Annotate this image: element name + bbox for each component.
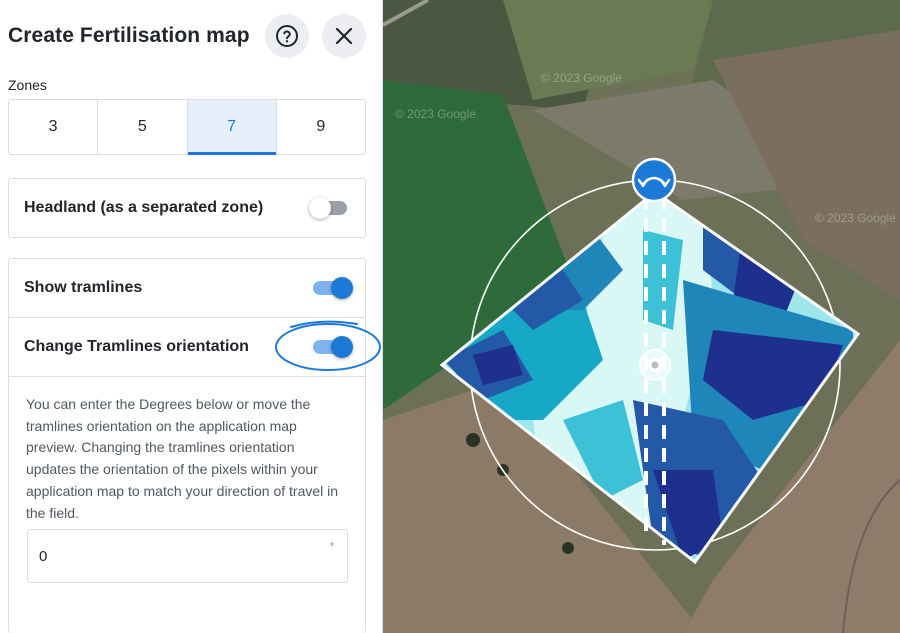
map-watermark: © 2023 Google [395, 107, 476, 121]
orientation-description: You can enter the Degrees below or move … [26, 396, 339, 521]
highlight-circle-icon [275, 320, 381, 371]
degrees-unit: ° [330, 542, 334, 553]
side-panel: Create Fertilisation map Zones 3 5 7 9 H… [0, 0, 383, 633]
zones-label: Zones [8, 77, 47, 93]
tree [562, 542, 574, 554]
page-title: Create Fertilisation map [8, 24, 250, 47]
toggle-knob [309, 197, 331, 219]
help-circle-icon [276, 25, 298, 47]
satellite-map: © 2023 Google © 2023 Google © 2023 Googl… [383, 0, 900, 633]
show-tramlines-label: Show tramlines [24, 279, 143, 296]
map-watermark: © 2023 Google [541, 71, 622, 85]
headland-toggle[interactable] [309, 197, 351, 219]
tramlines-card: Show tramlines Change Tramlines orientat… [8, 258, 381, 633]
orientation-label: Change Tramlines orientation [24, 338, 249, 355]
help-button[interactable] [265, 14, 309, 58]
zone-option-5[interactable]: 5 [98, 100, 188, 154]
zone-option-3[interactable]: 3 [9, 100, 99, 154]
map-preview[interactable]: © 2023 Google © 2023 Google © 2023 Googl… [383, 0, 900, 633]
close-icon [335, 27, 353, 45]
zone-option-7[interactable]: 7 [187, 100, 277, 155]
toggle-knob [331, 277, 353, 299]
map-watermark: © 2023 Google [815, 211, 896, 225]
show-tramlines-toggle[interactable] [311, 277, 353, 299]
close-button[interactable] [322, 14, 366, 58]
center-handle-icon[interactable] [639, 349, 671, 381]
headland-card: Headland (as a separated zone) [8, 178, 366, 238]
headland-label: Headland (as a separated zone) [24, 199, 264, 216]
zones-selector: 3 5 7 9 [8, 99, 366, 155]
tree [466, 433, 480, 447]
degrees-input[interactable] [27, 529, 348, 583]
zone-option-9[interactable]: 9 [277, 100, 365, 154]
rotate-arrows-icon[interactable] [631, 157, 677, 203]
